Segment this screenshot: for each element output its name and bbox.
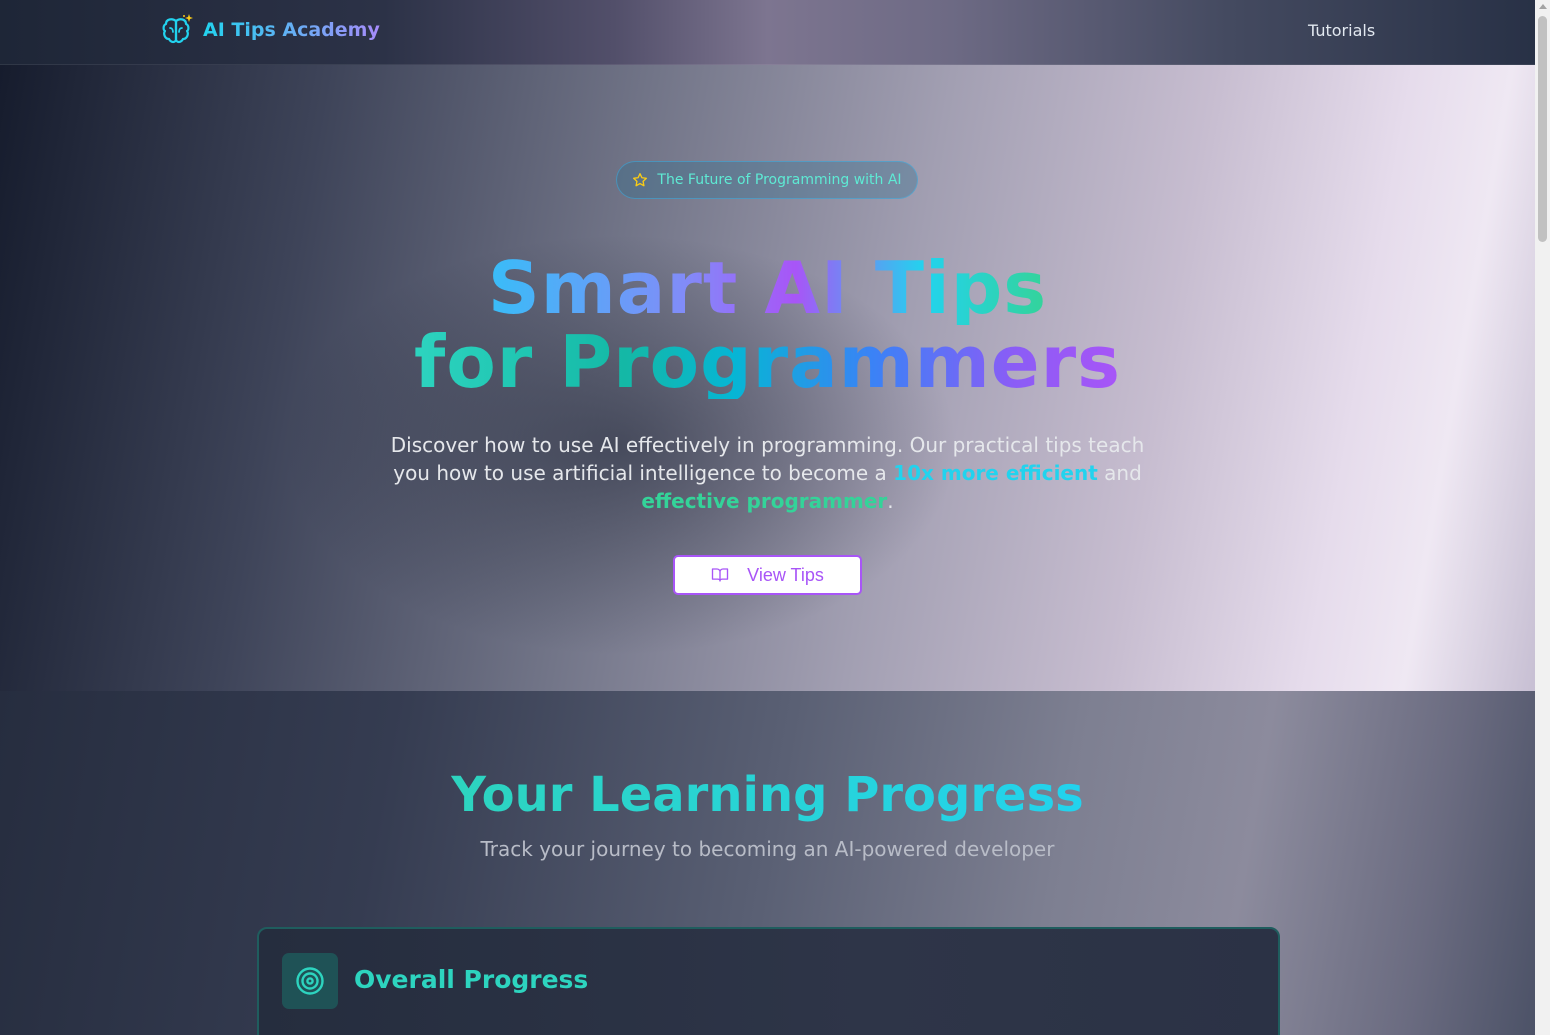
star-icon: [633, 173, 648, 187]
card-icon-box: [282, 953, 338, 1009]
hero-desc-highlight-efficient: 10x more efficient: [893, 461, 1098, 485]
hero-section: The Future of Programming with AI Smart …: [0, 65, 1535, 691]
scroll-up-arrow-icon[interactable]: [1539, 4, 1547, 9]
progress-section-title: Your Learning Progress: [0, 767, 1535, 823]
top-navbar: AI Tips Academy Tutorials: [0, 0, 1535, 65]
hero-desc-text-3: .: [887, 489, 894, 513]
book-open-icon: [711, 568, 729, 582]
nav-link-tutorials[interactable]: Tutorials: [1308, 21, 1375, 40]
learning-progress-section: Your Learning Progress Track your journe…: [0, 691, 1535, 1035]
brain-sparkle-icon[interactable]: [160, 13, 194, 47]
progress-section-title-text: Your Learning Progress: [451, 767, 1084, 823]
target-icon: [296, 967, 324, 995]
brand-name[interactable]: AI Tips Academy: [203, 19, 380, 41]
scrollbar-thumb[interactable]: [1538, 16, 1547, 242]
overall-progress-title: Overall Progress: [354, 965, 589, 994]
hero-badge-text: The Future of Programming with AI: [657, 172, 902, 188]
page: AI Tips Academy Tutorials The Future of …: [0, 0, 1535, 1035]
hero-title-line2: for Programmers: [414, 320, 1121, 404]
view-tips-label: View Tips: [747, 564, 824, 585]
progress-section-subtitle: Track your journey to becoming an AI-pow…: [480, 837, 1055, 861]
hero-desc-highlight-effective: effective programmer: [641, 489, 888, 513]
hero-badge: The Future of Programming with AI: [616, 161, 918, 199]
vertical-scrollbar[interactable]: [1535, 0, 1550, 1035]
hero-description: Discover how to use AI effectively in pr…: [380, 431, 1155, 515]
hero-title-line1: Smart AI Tips: [487, 246, 1048, 330]
overall-progress-card: Overall Progress: [257, 927, 1280, 1035]
hero-desc-text-2: and: [1097, 461, 1142, 485]
hero-title: Smart AI Tips for Programmers: [0, 251, 1535, 399]
view-tips-button[interactable]: View Tips: [673, 555, 862, 595]
